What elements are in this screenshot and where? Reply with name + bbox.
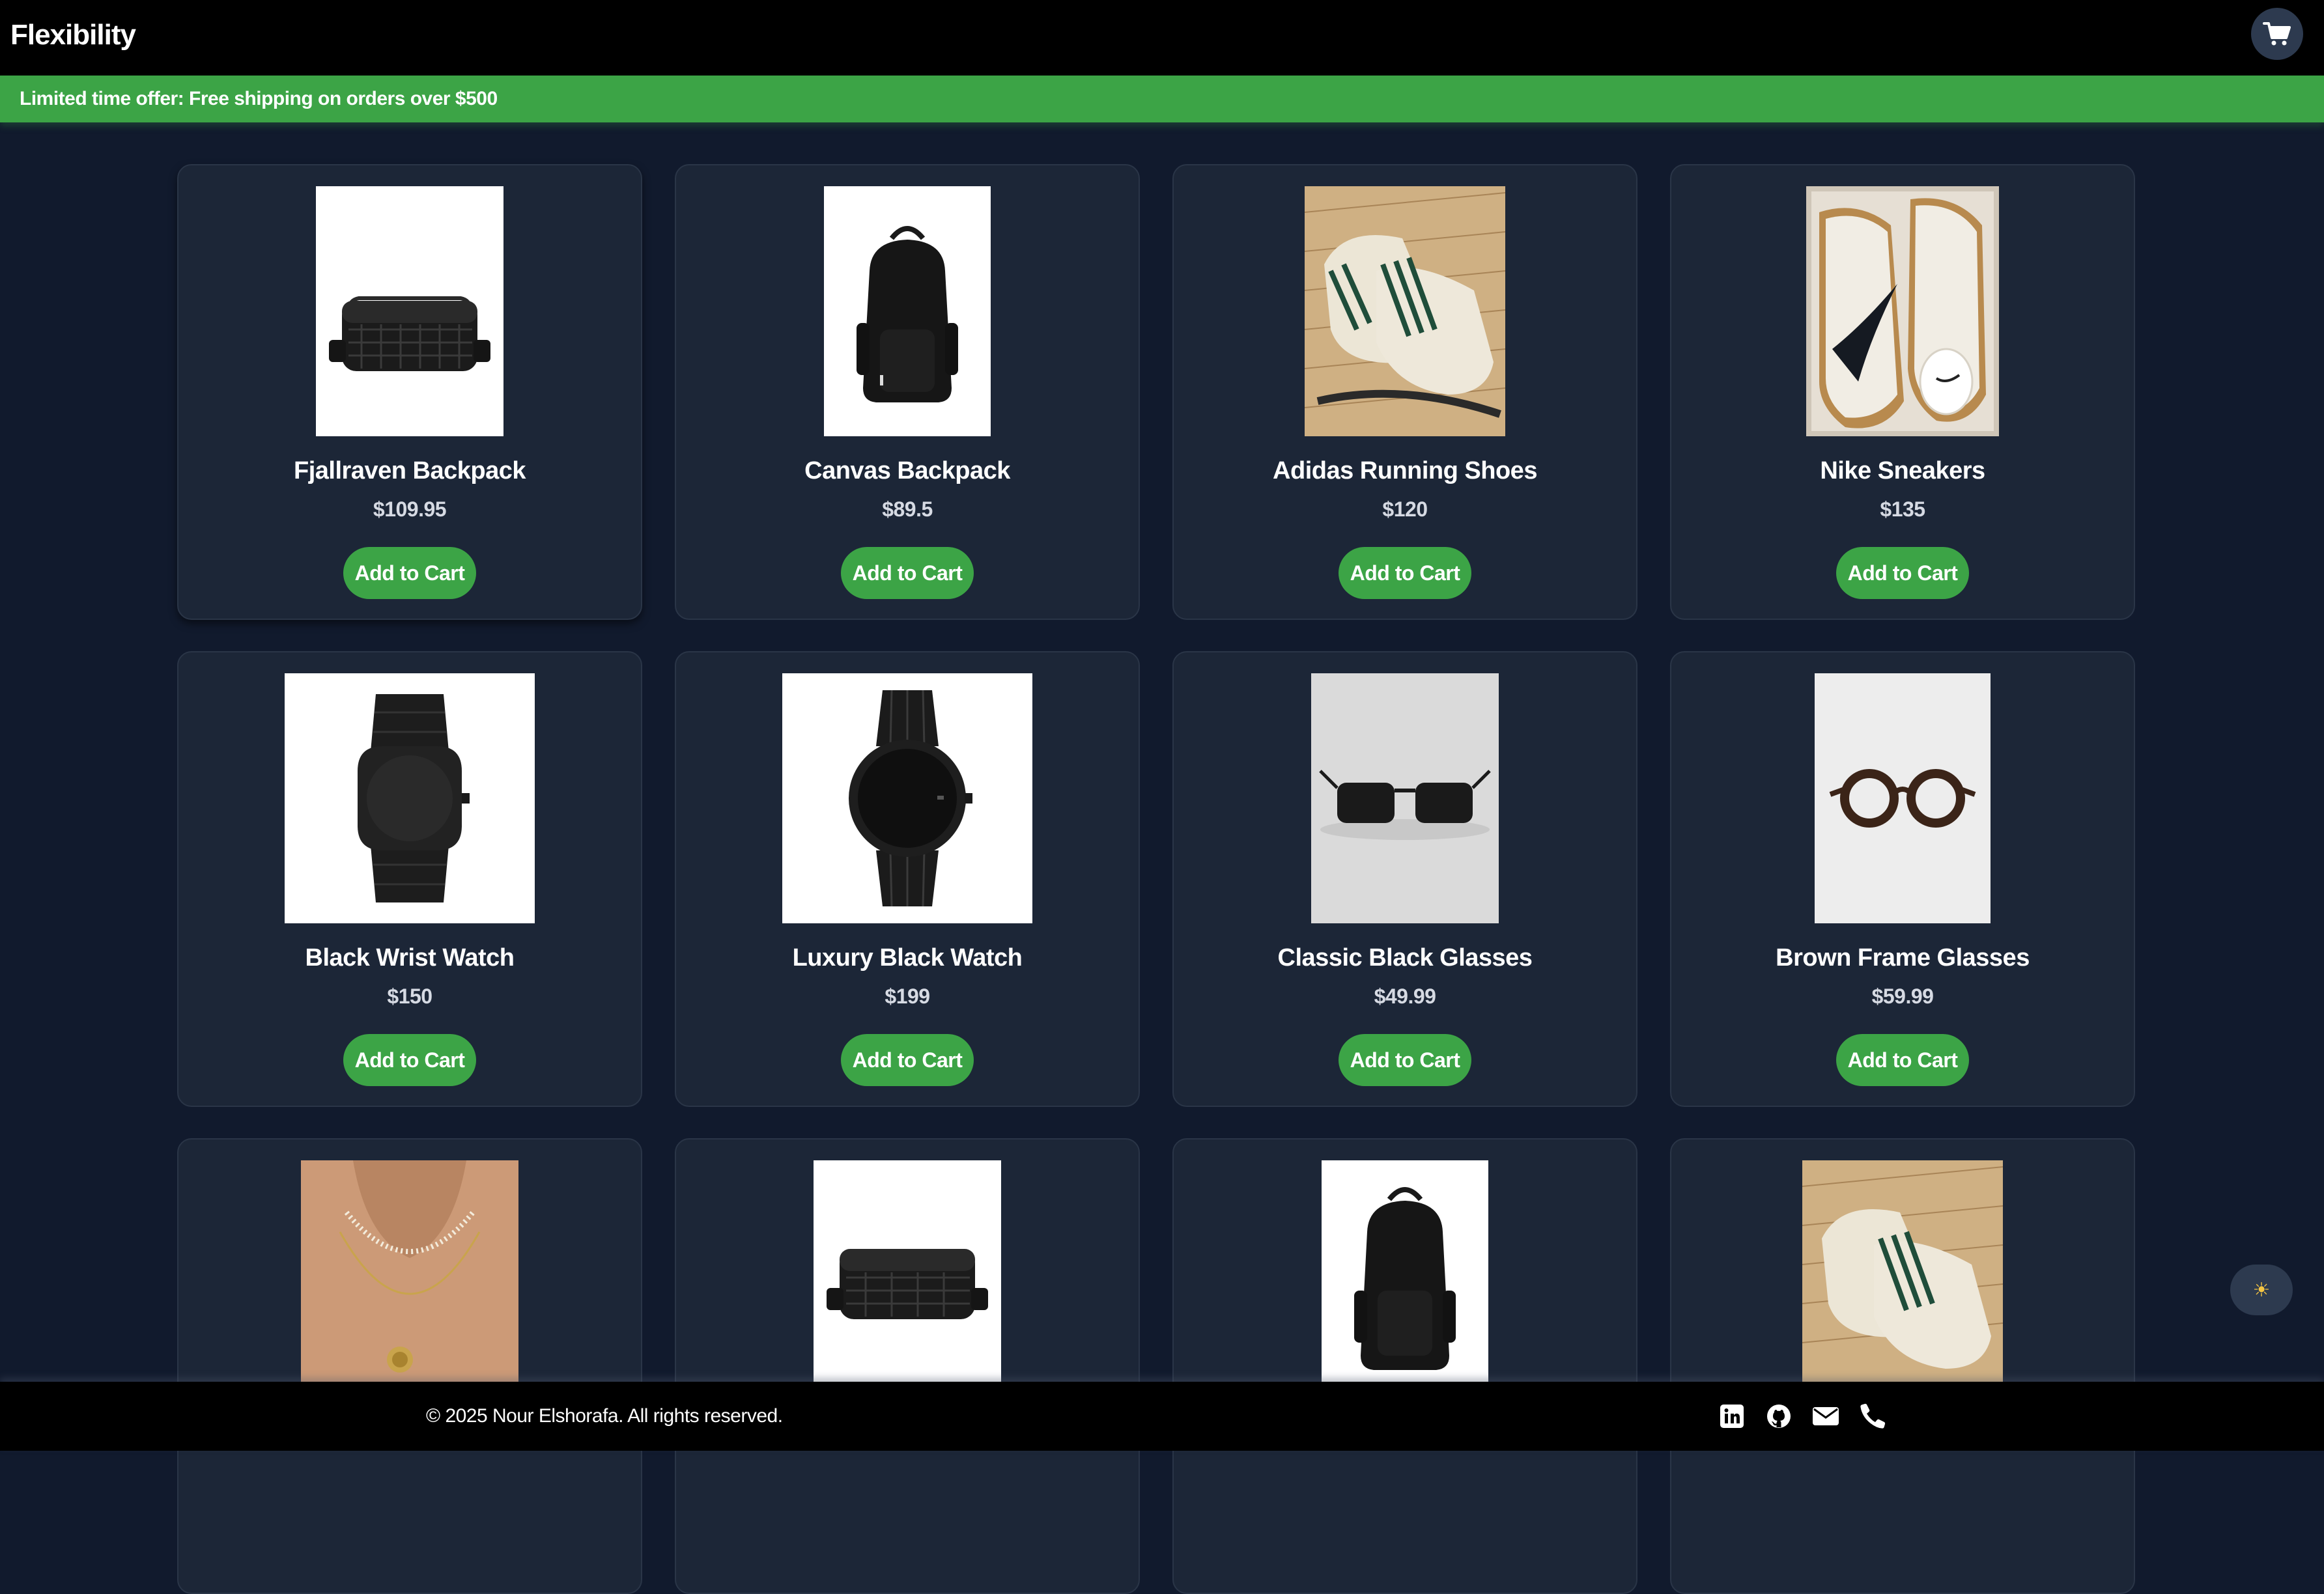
add-to-cart-button[interactable]: Add to Cart	[1836, 547, 1969, 599]
backpack-image	[1322, 1160, 1488, 1410]
product-card: Brown Frame Glasses $59.99 Add to Cart	[1670, 651, 2135, 1107]
backpack-image	[824, 186, 991, 436]
shopping-cart-icon	[2263, 22, 2291, 46]
brand-logo-text[interactable]: Flexibility	[10, 16, 136, 55]
footer: © 2025 Nour Elshorafa. All rights reserv…	[0, 1382, 2324, 1451]
product-price: $89.5	[882, 497, 933, 521]
email-link[interactable]	[1812, 1403, 1839, 1430]
glasses-image	[1815, 673, 1991, 923]
add-to-cart-button[interactable]: Add to Cart	[343, 547, 476, 599]
product-card	[1670, 1138, 2135, 1594]
mail-icon	[1813, 1407, 1839, 1425]
product-image[interactable]	[316, 186, 503, 436]
promo-text: Limited time offer: Free shipping on ord…	[20, 88, 498, 109]
product-image[interactable]	[1322, 1160, 1488, 1410]
product-image[interactable]	[1311, 673, 1499, 923]
product-card: Black Wrist Watch $150 Add to Cart	[177, 651, 642, 1107]
sneakers-image	[1305, 186, 1505, 436]
add-to-cart-button[interactable]: Add to Cart	[841, 547, 974, 599]
sunglasses-image	[1311, 673, 1499, 923]
linkedin-link[interactable]	[1718, 1403, 1746, 1430]
product-name: Adidas Running Shoes	[1273, 457, 1537, 484]
product-image[interactable]	[1802, 1160, 2003, 1410]
github-icon	[1767, 1405, 1791, 1428]
product-price: $49.99	[1374, 985, 1436, 1008]
github-link[interactable]	[1765, 1403, 1793, 1430]
product-price: $199	[885, 985, 930, 1008]
product-name: Canvas Backpack	[804, 457, 1010, 484]
top-navbar: Flexibility	[0, 0, 2324, 76]
phone-link[interactable]	[1859, 1403, 1886, 1430]
sneakers-image	[1802, 1160, 2003, 1410]
product-image[interactable]	[814, 1160, 1001, 1410]
phone-icon	[1860, 1403, 1886, 1429]
product-card	[675, 1138, 1140, 1594]
product-card: Adidas Running Shoes $120 Add to Cart	[1172, 164, 1637, 620]
crossbody-bag-image	[814, 1160, 1001, 1410]
product-name: Classic Black Glasses	[1277, 944, 1533, 972]
product-name: Brown Frame Glasses	[1776, 944, 2030, 972]
watch-image	[782, 673, 1032, 923]
promo-banner: Limited time offer: Free shipping on ord…	[0, 76, 2324, 122]
product-price: $109.95	[373, 497, 447, 521]
crossbody-bag-image	[316, 186, 503, 436]
linkedin-icon	[1720, 1405, 1744, 1428]
product-name: Nike Sneakers	[1820, 457, 1985, 484]
product-name: Luxury Black Watch	[792, 944, 1023, 972]
product-name: Black Wrist Watch	[305, 944, 515, 972]
sneakers-image	[1806, 186, 1999, 436]
necklace-image	[301, 1160, 518, 1410]
product-image[interactable]	[285, 673, 535, 923]
product-card	[177, 1138, 642, 1594]
product-price: $135	[1880, 497, 1925, 521]
watch-image	[285, 673, 535, 923]
copyright-text: © 2025 Nour Elshorafa. All rights reserv…	[426, 1405, 783, 1427]
product-image[interactable]	[782, 673, 1032, 923]
add-to-cart-button[interactable]: Add to Cart	[1836, 1034, 1969, 1086]
product-card	[1172, 1138, 1637, 1594]
sun-icon: ☀	[2252, 1279, 2271, 1301]
product-name: Fjallraven Backpack	[294, 457, 526, 484]
product-price: $120	[1382, 497, 1428, 521]
add-to-cart-button[interactable]: Add to Cart	[1339, 547, 1471, 599]
product-card: Fjallraven Backpack $109.95 Add to Cart	[177, 164, 642, 620]
product-image[interactable]	[1305, 186, 1505, 436]
product-card: Nike Sneakers $135 Add to Cart	[1670, 164, 2135, 620]
product-image[interactable]	[301, 1160, 518, 1410]
theme-toggle-button[interactable]: ☀	[2230, 1265, 2293, 1315]
product-price: $59.99	[1871, 985, 1934, 1008]
product-card: Canvas Backpack $89.5 Add to Cart	[675, 164, 1140, 620]
product-card: Classic Black Glasses $49.99 Add to Cart	[1172, 651, 1637, 1107]
add-to-cart-button[interactable]: Add to Cart	[841, 1034, 974, 1086]
product-image[interactable]	[824, 186, 991, 436]
product-image[interactable]	[1806, 186, 1999, 436]
add-to-cart-button[interactable]: Add to Cart	[343, 1034, 476, 1086]
product-card: Luxury Black Watch $199 Add to Cart	[675, 651, 1140, 1107]
product-price: $150	[387, 985, 432, 1008]
product-image[interactable]	[1815, 673, 1991, 923]
add-to-cart-button[interactable]: Add to Cart	[1339, 1034, 1471, 1086]
cart-button[interactable]	[2251, 8, 2303, 60]
